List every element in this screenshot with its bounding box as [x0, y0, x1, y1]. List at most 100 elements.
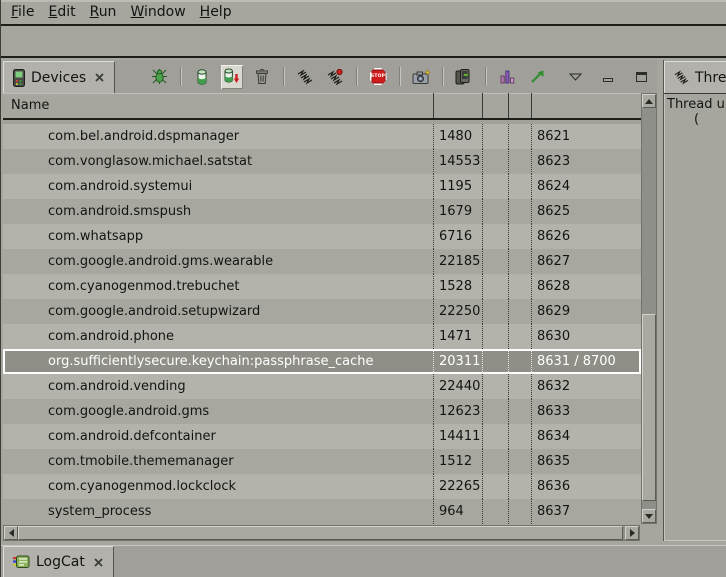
process-pid: 22440 [433, 374, 482, 399]
process-pid: 1512 [433, 449, 482, 474]
down-arrow-icon [645, 514, 653, 519]
tab-logcat[interactable]: LogCat [3, 546, 114, 577]
process-port: 8626 [531, 224, 641, 249]
process-name: com.cyanogenmod.lockclock [3, 474, 433, 499]
process-name: system_process [3, 499, 433, 524]
column-header-4[interactable] [508, 93, 531, 118]
stop-process-button[interactable]: STOP [367, 65, 389, 89]
menu-edit[interactable]: Edit [41, 1, 82, 23]
threads-icon [674, 70, 689, 85]
process-port: 8630 [531, 324, 641, 349]
workbench: Devices [1, 60, 726, 541]
table-row[interactable]: com.android.defcontainer 14411 8634 [3, 424, 641, 449]
minimize-button[interactable] [597, 65, 619, 89]
update-threads-icon [297, 69, 313, 85]
threads-message: Thread up ( [664, 93, 726, 127]
empty-cell [482, 349, 508, 374]
table-row[interactable]: com.google.android.gms 12623 8633 [3, 399, 641, 424]
empty-cell [508, 124, 531, 149]
table-row[interactable]: com.cyanogenmod.trebuchet 1528 8628 [3, 274, 641, 299]
minimize-icon [603, 78, 613, 82]
table-row[interactable]: com.tmobile.thememanager 1512 8635 [3, 449, 641, 474]
close-icon[interactable] [93, 557, 104, 568]
start-method-profiling-button[interactable] [526, 65, 548, 89]
dump-hprof-button[interactable] [221, 65, 243, 89]
vertical-scrollbar-thumb[interactable] [642, 314, 656, 501]
process-port: 8634 [531, 424, 641, 449]
column-header-port[interactable] [531, 93, 641, 118]
scroll-up-button[interactable] [642, 94, 656, 108]
tab-devices[interactable]: Devices [3, 61, 115, 93]
empty-cell [482, 249, 508, 274]
empty-cell [508, 299, 531, 324]
tab-threads-label: Threa [695, 70, 726, 86]
start-thread-updates-button[interactable] [324, 65, 346, 89]
scroll-right-button[interactable] [625, 526, 639, 540]
process-pid: 20311 [433, 349, 482, 374]
update-threads-button[interactable] [294, 65, 316, 89]
process-port: 8632 [531, 374, 641, 399]
view-menu-button[interactable] [564, 65, 586, 89]
table-row[interactable]: com.android.smspush 1679 8625 [3, 199, 641, 224]
table-row[interactable]: com.android.systemui 1195 8624 [3, 174, 641, 199]
table-row[interactable]: com.whatsapp 6716 8626 [3, 224, 641, 249]
empty-cell [482, 474, 508, 499]
table-row[interactable]: com.google.android.setupwizard 22250 862… [3, 299, 641, 324]
process-port: 8637 [531, 499, 641, 524]
empty-cell [508, 149, 531, 174]
process-port: 8624 [531, 174, 641, 199]
cause-gc-button[interactable] [251, 65, 273, 89]
process-name: com.android.smspush [3, 199, 433, 224]
table-row[interactable]: com.google.android.gms.wearable 22185 86… [3, 249, 641, 274]
menu-window[interactable]: Window [123, 1, 192, 23]
table-row[interactable]: com.cyanogenmod.lockclock 22265 8636 [3, 474, 641, 499]
process-pid: 1679 [433, 199, 482, 224]
reset-adb-button[interactable] [453, 65, 475, 89]
process-port: 8627 [531, 249, 641, 274]
tab-threads[interactable]: Threa [664, 61, 726, 93]
process-pid: 22265 [433, 474, 482, 499]
table-row[interactable]: com.android.vending 22440 8632 [3, 374, 641, 399]
process-port: 8625 [531, 199, 641, 224]
menu-help[interactable]: Help [193, 1, 239, 23]
logcat-tabbar: LogCat [1, 545, 726, 577]
empty-cell [482, 399, 508, 424]
tab-devices-label: Devices [31, 70, 86, 86]
debug-process-button[interactable] [148, 65, 170, 89]
menu-bar: File Edit Run Window Help [1, 0, 726, 26]
maximize-button[interactable] [630, 65, 652, 89]
view-menu-icon [569, 73, 582, 81]
process-pid: 964 [433, 499, 482, 524]
scroll-left-button[interactable] [4, 526, 18, 540]
ddms-window: File Edit Run Window Help [0, 0, 726, 577]
column-header-pid[interactable] [433, 93, 482, 118]
process-port: 8636 [531, 474, 641, 499]
method-profiling-button[interactable] [496, 65, 518, 89]
process-pid: 1195 [433, 174, 482, 199]
table-row[interactable]: com.bel.android.dspmanager 1480 8621 [3, 124, 641, 149]
menu-file[interactable]: File [4, 1, 41, 23]
table-row[interactable]: system_process 964 8637 [3, 499, 641, 524]
process-pid: 14411 [433, 424, 482, 449]
table-row[interactable]: org.sufficientlysecure.keychain:passphra… [3, 349, 641, 374]
reset-adb-icon [455, 68, 473, 85]
empty-cell [508, 249, 531, 274]
close-icon[interactable] [94, 72, 105, 83]
column-header-name[interactable]: Name [3, 93, 433, 118]
menu-run[interactable]: Run [83, 1, 124, 23]
scroll-down-button[interactable] [642, 509, 656, 523]
horizontal-scrollbar[interactable] [3, 525, 640, 541]
up-arrow-icon [645, 99, 653, 104]
update-heap-button[interactable] [191, 65, 213, 89]
table-row[interactable]: com.android.phone 1471 8630 [3, 324, 641, 349]
toolbar-separator [485, 67, 486, 86]
process-pid: 6716 [433, 224, 482, 249]
empty-cell [508, 499, 531, 524]
table-row[interactable]: com.vonglasow.michael.satstat 14553 8623 [3, 149, 641, 174]
process-name: com.android.defcontainer [3, 424, 433, 449]
horizontal-scrollbar-thumb[interactable] [18, 526, 623, 540]
threads-tabbar: Threa [664, 60, 726, 93]
vertical-scrollbar[interactable] [641, 93, 657, 524]
screen-capture-button[interactable] [410, 65, 432, 89]
column-header-3[interactable] [482, 93, 508, 118]
